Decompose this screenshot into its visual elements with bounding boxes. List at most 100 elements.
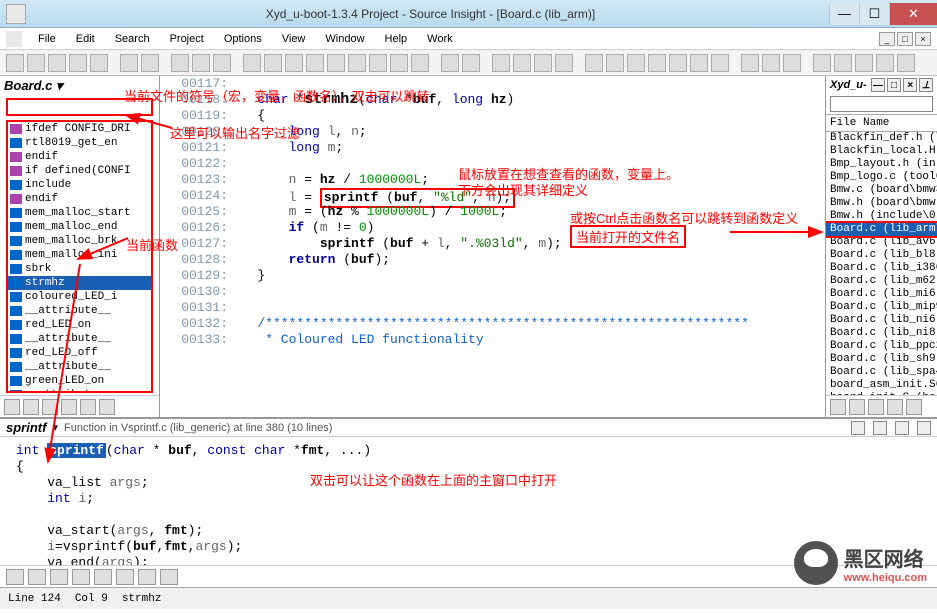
menu-project[interactable]: Project [162,31,212,47]
code-editor[interactable]: 00117:00118:00119:00120:00121:00122:0012… [160,76,825,417]
rf-btn-5[interactable] [906,399,922,415]
menu-search[interactable]: Search [107,31,158,47]
cf-btn-8[interactable] [160,569,178,585]
context-dropdown-icon[interactable]: ▾ [52,421,58,434]
file-item[interactable]: Board.c (lib_m62 [826,275,937,288]
tool-r-icon[interactable] [711,54,729,72]
footer-btn-3[interactable] [42,399,58,415]
file-item[interactable]: Bmp_logo.c (tool6 [826,171,937,184]
code-content[interactable]: char *strmhz(char *buf, long hz) { long … [234,76,825,417]
tool-find-icon[interactable] [411,54,429,72]
tool-b-icon[interactable] [264,54,282,72]
symbol-filter-input[interactable] [6,98,153,116]
ctx-btn-1[interactable] [851,421,865,435]
symbol-item[interactable]: red_LED_off [8,346,151,360]
mdi-minimize[interactable]: _ [879,32,895,46]
dropdown-icon[interactable]: ▾ [56,78,68,94]
rf-btn-2[interactable] [849,399,865,415]
file-item[interactable]: Board.c (lib_arm7 [826,223,937,236]
tool-s1-icon[interactable] [813,54,831,72]
file-item[interactable]: Board.c (lib_mi6 [826,288,937,301]
tool-d-icon[interactable] [306,54,324,72]
symbol-item[interactable]: rtl8019_get_en [8,136,151,150]
symbol-list[interactable]: ifdef CONFIG_DRIrtl8019_get_enendifif de… [6,120,153,393]
footer-btn-6[interactable] [99,399,115,415]
tool-up-icon[interactable] [534,54,552,72]
file-item[interactable]: Board.c (lib_ni6 [826,314,937,327]
file-item[interactable]: Bmw.h (include\0 [826,210,937,223]
tool-p-icon[interactable] [690,54,708,72]
symbol-item[interactable]: __attribute__ [8,360,151,374]
tool-about-icon[interactable] [897,54,915,72]
tool-o-icon[interactable] [669,54,687,72]
file-item[interactable]: Bmw.c (board\bmw3 [826,184,937,197]
cf-btn-5[interactable] [94,569,112,585]
tool-e-icon[interactable] [327,54,345,72]
symbol-item[interactable]: endif [8,192,151,206]
file-item[interactable]: Bmp_layout.h (in [826,158,937,171]
file-item[interactable]: Board.c (lib_i386 [826,262,937,275]
tool-open-icon[interactable] [27,54,45,72]
file-item[interactable]: Board.c (lib_ppc2 [826,340,937,353]
menu-work[interactable]: Work [419,31,460,47]
tool-l-icon[interactable] [606,54,624,72]
ctx-btn-2[interactable] [873,421,887,435]
file-list[interactable]: Blackfin_def.h (7Blackfin_local.HBmp_lay… [826,132,937,395]
tool-copy-icon[interactable] [192,54,210,72]
symbol-item[interactable]: if defined(CONFI [8,164,151,178]
symbol-item[interactable]: mem_malloc_start [8,206,151,220]
tool-s3-icon[interactable] [855,54,873,72]
rf-btn-3[interactable] [868,399,884,415]
footer-btn-1[interactable] [4,399,20,415]
file-item[interactable]: board_asm_init.S6 [826,379,937,392]
tool-i-icon[interactable] [441,54,459,72]
symbol-item[interactable]: endif [8,150,151,164]
file-item[interactable]: Board.c (lib_mip9 [826,301,937,314]
menu-options[interactable]: Options [216,31,270,47]
tool-f-icon[interactable] [348,54,366,72]
file-panel-min[interactable]: — [871,78,885,92]
tool-h-icon[interactable] [390,54,408,72]
tool-print-icon[interactable] [120,54,138,72]
symbol-item[interactable]: strmhz [8,276,151,290]
cf-btn-3[interactable] [50,569,68,585]
symbol-item[interactable]: mem_malloc_end [8,220,151,234]
tool-n-icon[interactable] [648,54,666,72]
tool-q2-icon[interactable] [762,54,780,72]
symbol-item[interactable]: mem_malloc_brk [8,234,151,248]
tool-q3-icon[interactable] [783,54,801,72]
symbol-item[interactable]: coloured_LED_i [8,290,151,304]
mdi-close[interactable]: × [915,32,931,46]
file-item[interactable]: Board.c (lib_spa4 [826,366,937,379]
symbol-item[interactable]: sbrk [8,262,151,276]
tool-undo-icon[interactable] [141,54,159,72]
menu-view[interactable]: View [274,31,314,47]
symbol-item[interactable]: __attribute__ [8,388,151,393]
symbol-item[interactable]: ifdef CONFIG_DRI [8,122,151,136]
file-panel-close[interactable]: × [903,78,917,92]
symbol-item[interactable]: __attribute__ [8,332,151,346]
tool-a-icon[interactable] [243,54,261,72]
menu-help[interactable]: Help [377,31,416,47]
tool-m-icon[interactable] [627,54,645,72]
file-item[interactable]: Board.c (lib_av6 [826,236,937,249]
cf-btn-7[interactable] [138,569,156,585]
tool-help-icon[interactable] [876,54,894,72]
tool-save-icon[interactable] [48,54,66,72]
ctx-btn-4[interactable] [917,421,931,435]
file-item[interactable]: Bmw.h (board\bmw) [826,197,937,210]
cf-btn-1[interactable] [6,569,24,585]
symbol-item[interactable]: green_LED_on [8,374,151,388]
tool-g-icon[interactable] [369,54,387,72]
footer-btn-5[interactable] [80,399,96,415]
file-filter-input[interactable] [830,96,933,112]
tool-s2-icon[interactable] [834,54,852,72]
symbol-item[interactable]: mem_malloc_ini [8,248,151,262]
tool-down-icon[interactable] [555,54,573,72]
tool-c-icon[interactable] [285,54,303,72]
cf-btn-6[interactable] [116,569,134,585]
file-panel-max[interactable]: □ [887,78,901,92]
rf-btn-1[interactable] [830,399,846,415]
menu-window[interactable]: Window [317,31,372,47]
ctx-btn-3[interactable] [895,421,909,435]
